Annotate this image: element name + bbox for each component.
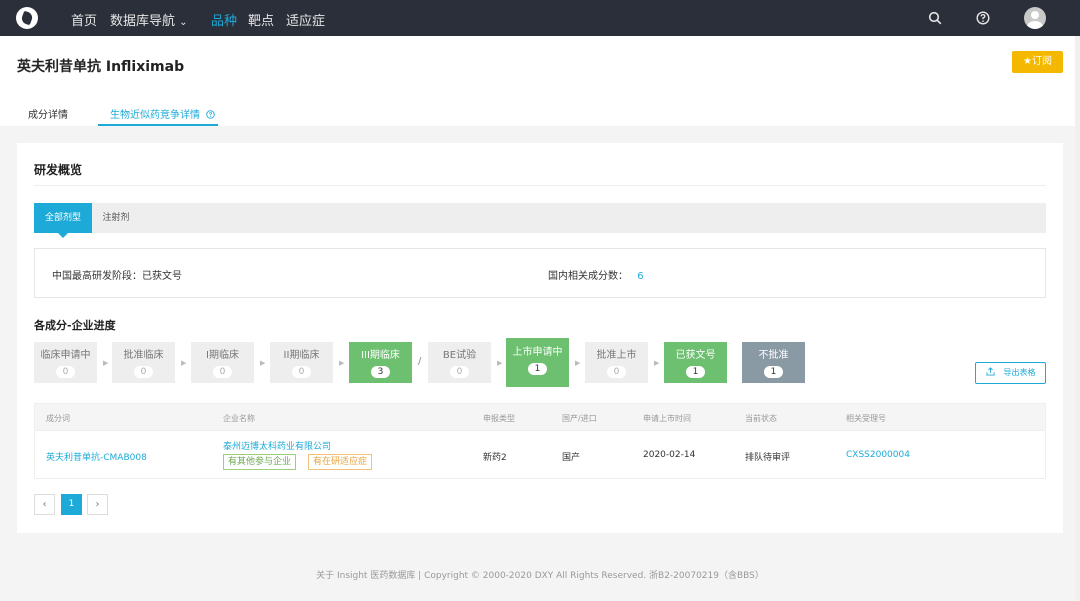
arrow-icon: ▶ <box>497 359 503 367</box>
arrow-icon: ▶ <box>103 359 109 367</box>
column-header[interactable]: 相关受理号 <box>846 413 886 424</box>
nav-database-label: 数据库导航 <box>110 14 176 29</box>
stage-count: 1 <box>528 363 547 375</box>
stage-clinical-approved[interactable]: 批准临床 0 <box>112 342 175 383</box>
footer: 关于 Insight 医药数据库 | Copyright © 2000-2020… <box>316 571 764 581</box>
application-type: 新药2 <box>483 453 507 463</box>
dxy-logo-icon[interactable] <box>16 7 38 29</box>
subscribe-label: 订阅 <box>1031 56 1052 67</box>
ingredient-link[interactable]: 英夫利昔单抗-CMAB008 <box>46 450 147 463</box>
column-header[interactable]: 企业名称 <box>223 413 255 424</box>
table-header: 成分词 企业名称 申报类型 国产/进口 申请上市时间 当前状态 相关受理号 <box>34 403 1046 431</box>
origin: 国产 <box>562 453 581 463</box>
page-title: 英夫利昔单抗 Infliximab <box>17 59 185 75</box>
tab-injection[interactable]: 注射剂 <box>92 203 140 233</box>
column-header[interactable]: 申请上市时间 <box>643 413 691 424</box>
tab-ingredient-details[interactable]: 成分详情 <box>28 106 68 121</box>
stage-clinical-application[interactable]: 临床申请中 0 <box>34 342 97 383</box>
nav-targets[interactable]: 靶点 <box>248 10 274 29</box>
related-count-value[interactable]: 6 <box>637 271 643 282</box>
stage-label: 已获文号 <box>675 350 716 361</box>
top-navbar: 首页 数据库导航 ⌄ 品种 靶点 适应症 <box>0 0 1080 36</box>
application-date: 2020-02-14 <box>643 450 696 460</box>
progress-title: 各成分-企业进度 <box>34 319 116 332</box>
current-status: 排队待审评 <box>745 453 791 463</box>
arrow-icon: ▶ <box>181 359 187 367</box>
stage-count: 3 <box>371 366 390 378</box>
acceptance-number-link[interactable]: CXSS2000004 <box>846 450 910 460</box>
stage-label: II期临床 <box>283 350 320 361</box>
stage-phase-2[interactable]: II期临床 0 <box>270 342 333 383</box>
nav-database[interactable]: 数据库导航 ⌄ <box>110 10 188 29</box>
stage-licensed[interactable]: 已获文号 1 <box>664 342 727 383</box>
stage-label: BE试验 <box>442 350 477 361</box>
arrow-icon: ▶ <box>654 359 660 367</box>
star-icon: ★ <box>1023 56 1032 67</box>
stage-market-application[interactable]: 上市申请中 1 <box>506 338 569 387</box>
stage-rejected[interactable]: 不批准 1 <box>742 342 805 383</box>
column-header[interactable]: 国产/进口 <box>562 413 597 424</box>
stage-count: 0 <box>56 366 75 378</box>
arrow-icon: ▶ <box>339 359 345 367</box>
related-count-label: 国内相关成分数： <box>548 271 628 282</box>
stage-label: 批准临床 <box>123 350 164 361</box>
subscribe-button[interactable]: ★订阅 <box>1012 51 1063 73</box>
nav-varieties[interactable]: 品种 <box>211 10 237 29</box>
stage-phase-3[interactable]: III期临床 3 <box>349 342 412 383</box>
search-icon[interactable] <box>928 11 942 25</box>
section-title: 研发概览 <box>34 163 83 177</box>
stage-label: 批准上市 <box>596 350 637 361</box>
pagination-next-button[interactable]: › <box>87 494 108 515</box>
pagination-prev-button[interactable]: ‹ <box>34 494 55 515</box>
related-count-text: 国内相关成分数： 6 <box>548 267 644 282</box>
column-header[interactable]: 当前状态 <box>745 413 777 424</box>
stage-count: 0 <box>134 366 153 378</box>
column-header[interactable]: 成分词 <box>46 413 70 424</box>
tab-all-dosage-forms[interactable]: 全部剂型 <box>34 203 92 238</box>
tab-biosimilar-competition[interactable]: 生物近似药竞争详情 <box>110 106 215 121</box>
rd-overview-card: 研发概览 全部剂型 注射剂 中国最高研发阶段：已获文号 国内相关成分数： 6 各… <box>17 143 1063 533</box>
stage-label: 上市申请中 <box>512 347 563 358</box>
export-label: 导出表格 <box>1003 368 1036 377</box>
arrow-icon: ▶ <box>575 359 581 367</box>
stage-count: 0 <box>292 366 311 378</box>
stage-separator: / <box>418 356 422 367</box>
tab-biosimilar-label: 生物近似药竞争详情 <box>110 110 200 121</box>
stage-label: 不批准 <box>758 350 789 361</box>
pagination-page-1[interactable]: 1 <box>61 494 82 515</box>
user-avatar[interactable] <box>1024 7 1046 29</box>
table-row: 英夫利昔单抗-CMAB008 泰州迈博太科药业有限公司 有其他参与企业 有在研适… <box>34 431 1046 479</box>
upload-icon <box>986 367 995 376</box>
nav-home[interactable]: 首页 <box>71 10 97 29</box>
stage-market-approved[interactable]: 批准上市 0 <box>585 342 648 383</box>
help-circle-icon[interactable] <box>206 110 215 119</box>
chevron-down-icon: ⌄ <box>179 17 188 28</box>
stage-count: 0 <box>213 366 232 378</box>
divider <box>34 185 1046 186</box>
page-scrollbar[interactable] <box>1075 36 1080 601</box>
nav-indications[interactable]: 适应症 <box>286 10 325 29</box>
stage-phase-1[interactable]: I期临床 0 <box>191 342 254 383</box>
stage-count: 1 <box>686 366 705 378</box>
stage-count: 1 <box>764 366 783 378</box>
dosage-form-tabs: 全部剂型 注射剂 <box>34 203 1046 238</box>
stage-label: III期临床 <box>361 350 400 361</box>
page-header: 英夫利昔单抗 Infliximab ★订阅 成分详情 生物近似药竞争详情 <box>0 36 1080 126</box>
tag-indications-in-development[interactable]: 有在研适应症 <box>308 454 373 470</box>
column-header[interactable]: 申报类型 <box>483 413 515 424</box>
highest-stage-text: 中国最高研发阶段：已获文号 <box>52 271 182 282</box>
stage-be-trial[interactable]: BE试验 0 <box>428 342 491 383</box>
active-tab-underline <box>98 124 218 126</box>
stage-count: 0 <box>450 366 469 378</box>
tag-other-participants[interactable]: 有其他参与企业 <box>223 454 297 470</box>
export-table-button[interactable]: 导出表格 <box>975 362 1046 384</box>
company-link[interactable]: 泰州迈博太科药业有限公司 <box>223 439 331 452</box>
help-icon[interactable] <box>976 11 990 25</box>
arrow-icon: ▶ <box>260 359 266 367</box>
stage-count: 0 <box>607 366 626 378</box>
stage-label: I期临床 <box>206 350 239 361</box>
summary-box: 中国最高研发阶段：已获文号 国内相关成分数： 6 <box>34 248 1046 298</box>
stage-label: 临床申请中 <box>40 350 91 361</box>
